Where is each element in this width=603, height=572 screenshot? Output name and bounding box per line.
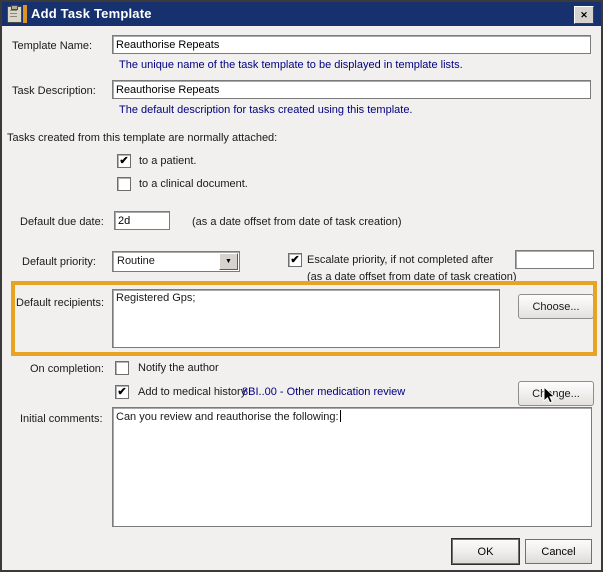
- default-due-date-input[interactable]: [114, 211, 170, 230]
- template-name-input[interactable]: [112, 35, 591, 54]
- ok-button[interactable]: OK: [452, 539, 519, 564]
- priority-selected-value: Routine: [117, 255, 155, 267]
- escalate-priority-note: (as a date offset from date of task crea…: [307, 271, 517, 283]
- default-priority-label: Default priority:: [22, 256, 96, 268]
- ok-button-label: OK: [478, 546, 494, 558]
- check-icon: ✔: [117, 387, 126, 397]
- cancel-button-label: Cancel: [541, 546, 575, 558]
- template-name-label: Template Name:: [12, 40, 92, 52]
- notify-the-author-label: Notify the author: [138, 362, 219, 374]
- due-date-note: (as a date offset from date of task crea…: [192, 216, 402, 228]
- notify-the-author-checkbox[interactable]: ✔: [115, 361, 129, 375]
- default-due-date-label: Default due date:: [20, 216, 104, 228]
- default-priority-dropdown[interactable]: Routine ▼: [112, 251, 240, 272]
- task-description-label: Task Description:: [12, 85, 96, 97]
- task-description-input[interactable]: [112, 80, 591, 99]
- initial-comments-value: Can you review and reauthorise the follo…: [116, 411, 339, 423]
- close-icon: ✕: [580, 10, 588, 21]
- medical-history-code[interactable]: 8BI..00 - Other medication review: [242, 386, 405, 398]
- change-button[interactable]: Change...: [518, 381, 594, 406]
- titlebar: Add Task Template ✕: [2, 2, 601, 26]
- check-icon: ✔: [290, 255, 299, 265]
- to-a-patient-label: to a patient.: [139, 155, 197, 167]
- add-to-medical-history-label: Add to medical history: [138, 386, 246, 398]
- clipboard-icon: [7, 6, 22, 23]
- change-button-label: Change...: [532, 388, 580, 400]
- task-template-icon: [7, 5, 29, 23]
- dropdown-button[interactable]: ▼: [219, 253, 238, 270]
- to-a-clinical-document-checkbox[interactable]: ✔: [117, 177, 131, 191]
- recipients-value: Registered Gps;: [116, 292, 195, 304]
- escalate-priority-label: Escalate priority, if not completed afte…: [307, 254, 493, 266]
- choose-button[interactable]: Choose...: [518, 294, 594, 319]
- initial-comments-textarea[interactable]: Can you review and reauthorise the follo…: [112, 407, 592, 527]
- to-a-clinical-document-label: to a clinical document.: [139, 178, 248, 190]
- escalate-priority-checkbox[interactable]: ✔: [288, 253, 302, 267]
- template-name-hint: The unique name of the task template to …: [119, 59, 463, 71]
- add-to-medical-history-checkbox[interactable]: ✔: [115, 385, 129, 399]
- window-title: Add Task Template: [31, 6, 152, 21]
- choose-button-label: Choose...: [532, 301, 579, 313]
- to-a-patient-checkbox[interactable]: ✔: [117, 154, 131, 168]
- gold-bar-icon: [23, 5, 27, 23]
- add-task-template-dialog: Add Task Template ✕ Template Name: The u…: [0, 0, 603, 572]
- chevron-down-icon: ▼: [225, 258, 232, 265]
- attachment-section-label: Tasks created from this template are nor…: [7, 132, 277, 144]
- on-completion-label: On completion:: [30, 363, 104, 375]
- default-recipients-textarea[interactable]: Registered Gps;: [112, 289, 500, 348]
- cancel-button[interactable]: Cancel: [525, 539, 592, 564]
- escalate-after-input[interactable]: [515, 250, 594, 269]
- initial-comments-label: Initial comments:: [20, 413, 103, 425]
- task-description-hint: The default description for tasks create…: [119, 104, 413, 116]
- close-button[interactable]: ✕: [574, 6, 594, 24]
- default-recipients-label: Default recipients:: [16, 297, 104, 309]
- text-caret: [340, 410, 341, 422]
- check-icon: ✔: [119, 156, 128, 166]
